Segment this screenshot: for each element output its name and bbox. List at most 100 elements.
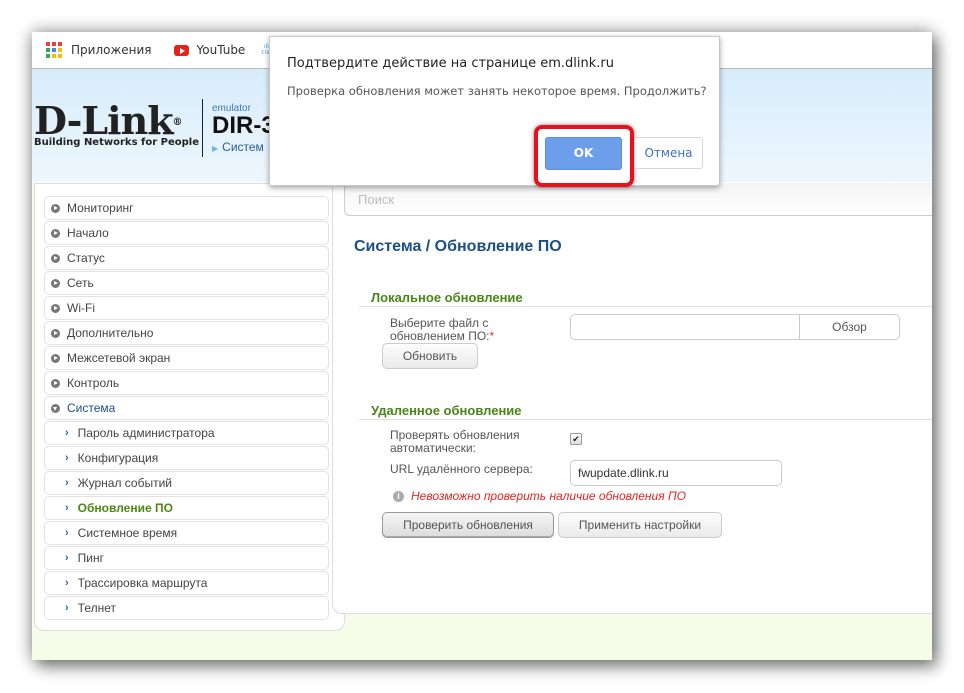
sidebar-item-label: Система bbox=[67, 401, 116, 415]
sidebar-item-label: Контроль bbox=[67, 376, 120, 390]
search-bar bbox=[344, 183, 932, 216]
sidebar-item-label: Мониторинг bbox=[67, 201, 134, 215]
collapsed-circle-icon bbox=[51, 378, 60, 388]
dlink-logo: D-Link® Building Networks for People bbox=[34, 102, 199, 149]
file-label-line2: обновлением ПО: bbox=[390, 329, 490, 343]
chevron-right-icon: › bbox=[65, 477, 69, 489]
ok-button[interactable]: OK bbox=[545, 137, 622, 170]
apps-grid-dot bbox=[46, 42, 50, 46]
main-panel: Система / Обновление ПО Локальное обновл… bbox=[332, 183, 932, 614]
dialog-message: Проверка обновления может занять некотор… bbox=[287, 84, 707, 98]
cancel-button[interactable]: Отмена bbox=[634, 137, 703, 169]
update-button[interactable]: Обновить bbox=[382, 343, 478, 369]
apps-grid-dot bbox=[58, 48, 62, 52]
apps-grid-dot bbox=[52, 42, 56, 46]
chevron-right-icon: › bbox=[65, 427, 69, 439]
auto-check-line2: автоматически: bbox=[390, 441, 476, 455]
collapsed-circle-icon bbox=[51, 278, 60, 288]
brand-tagline: Building Networks for People bbox=[34, 137, 199, 148]
sidebar-item-label: Конфигурация bbox=[77, 451, 159, 465]
apps-grid-dot bbox=[52, 48, 56, 52]
bookmark-label: Приложения bbox=[71, 43, 152, 57]
registered-mark: ® bbox=[172, 117, 183, 128]
sidebar-item-label: Пинг bbox=[77, 551, 105, 565]
dialog-title: Подтвердите действие на странице em.dlin… bbox=[287, 56, 614, 71]
model-name: DIR-3 bbox=[212, 112, 275, 139]
chevron-right-icon: › bbox=[65, 552, 69, 564]
auto-check-line1: Проверять обновления bbox=[390, 428, 520, 442]
page-title: Система / Обновление ПО bbox=[354, 238, 562, 255]
sidebar-item[interactable]: › Системное время bbox=[44, 521, 329, 545]
collapsed-circle-icon bbox=[51, 228, 60, 238]
server-url-field[interactable] bbox=[570, 460, 782, 486]
file-label: Выберите файл с обновлением ПО:* bbox=[390, 317, 494, 343]
sidebar-item[interactable]: › Обновление ПО bbox=[44, 496, 329, 520]
chevron-right-icon: › bbox=[65, 502, 69, 514]
sidebar-item[interactable]: Контроль bbox=[44, 371, 329, 395]
sidebar-item[interactable]: Сеть bbox=[44, 271, 329, 295]
apps-grid-dot bbox=[46, 54, 50, 58]
sidebar-item[interactable]: Начало bbox=[44, 221, 329, 245]
remote-update-title: Удаленное обновление bbox=[371, 403, 522, 418]
sidebar-item[interactable]: Дополнительно bbox=[44, 321, 329, 345]
sidebar-item-label: Журнал событий bbox=[77, 476, 173, 490]
chevron-right-icon: › bbox=[65, 577, 69, 589]
expanded-circle-icon bbox=[51, 403, 60, 413]
apps-grid-icon bbox=[46, 42, 62, 58]
sidebar-menu: Мониторинг Начало Статус Сеть Wi-Fi Дополните… bbox=[34, 183, 345, 631]
bookmark-label: YouTube bbox=[196, 43, 246, 57]
sidebar-item-label: Трассировка маршрута bbox=[77, 576, 208, 590]
sidebar-item[interactable]: Межсетевой экран bbox=[44, 346, 329, 370]
section-divider bbox=[359, 419, 932, 420]
sidebar-item[interactable]: Wi-Fi bbox=[44, 296, 329, 320]
confirm-dialog: Подтвердите действие на странице em.dlin… bbox=[269, 36, 720, 187]
collapsed-circle-icon bbox=[51, 203, 60, 213]
sidebar-item-label: Пароль администратора bbox=[77, 426, 215, 440]
required-mark: * bbox=[489, 329, 495, 343]
apps-grid-dot bbox=[52, 54, 56, 58]
bookmark-apps[interactable]: Приложения bbox=[46, 42, 152, 58]
sidebar-item-label: Телнет bbox=[77, 601, 117, 615]
sidebar-item[interactable]: › Телнет bbox=[44, 596, 329, 620]
sidebar-item-label: Дополнительно bbox=[67, 326, 154, 340]
check-updates-button[interactable]: Проверить обновления bbox=[382, 512, 554, 538]
info-icon: i bbox=[393, 490, 404, 502]
sidebar-item[interactable]: › Трассировка маршрута bbox=[44, 571, 329, 595]
header-breadcrumb[interactable]: ▶ Систем bbox=[212, 140, 275, 154]
model-info: emulator DIR-3 ▶ Систем bbox=[212, 103, 275, 154]
chevron-right-icon: › bbox=[65, 527, 69, 539]
bookmark-youtube[interactable]: YouTube bbox=[170, 43, 246, 57]
sidebar-item[interactable]: › Пароль администратора bbox=[44, 421, 329, 445]
apps-grid-dot bbox=[58, 42, 62, 46]
auto-check-checkbox[interactable]: ✔ bbox=[570, 433, 582, 445]
youtube-icon bbox=[173, 44, 189, 56]
chevron-right-icon: › bbox=[65, 602, 69, 614]
sidebar-item[interactable]: › Журнал событий bbox=[44, 471, 329, 495]
collapsed-circle-icon bbox=[51, 253, 60, 263]
browse-button[interactable]: Обзор bbox=[799, 315, 899, 339]
breadcrumb-label: Систем bbox=[222, 140, 264, 154]
error-text: Невозможно проверить наличие обновления … bbox=[411, 489, 686, 503]
sidebar-item-label: Статус bbox=[67, 251, 105, 265]
sidebar-item-label: Сеть bbox=[67, 276, 94, 290]
sidebar-item-label: Начало bbox=[67, 226, 109, 240]
sidebar-item-label: Межсетевой экран bbox=[67, 351, 171, 365]
apply-settings-button[interactable]: Применить настройки bbox=[558, 512, 722, 538]
triangle-right-icon: ▶ bbox=[212, 144, 219, 153]
sidebar-item[interactable]: Система bbox=[44, 396, 329, 420]
collapsed-circle-icon bbox=[51, 303, 60, 313]
sidebar-item[interactable]: Мониторинг bbox=[44, 196, 329, 220]
url-label: URL удалённого сервера: bbox=[390, 462, 533, 476]
search-input[interactable] bbox=[345, 183, 871, 216]
collapsed-circle-icon bbox=[51, 353, 60, 363]
firmware-file-input[interactable]: Обзор bbox=[570, 314, 900, 340]
sidebar-item[interactable]: › Конфигурация bbox=[44, 446, 329, 470]
collapsed-circle-icon bbox=[51, 328, 60, 338]
server-url-input[interactable] bbox=[571, 461, 780, 485]
sidebar-item-label: Системное время bbox=[77, 526, 178, 540]
auto-check-label: Проверять обновления автоматически: bbox=[390, 429, 519, 455]
sidebar-item-label: Обновление ПО bbox=[77, 501, 173, 515]
chevron-right-icon: › bbox=[65, 452, 69, 464]
sidebar-item[interactable]: › Пинг bbox=[44, 546, 329, 570]
sidebar-item[interactable]: Статус bbox=[44, 246, 329, 270]
